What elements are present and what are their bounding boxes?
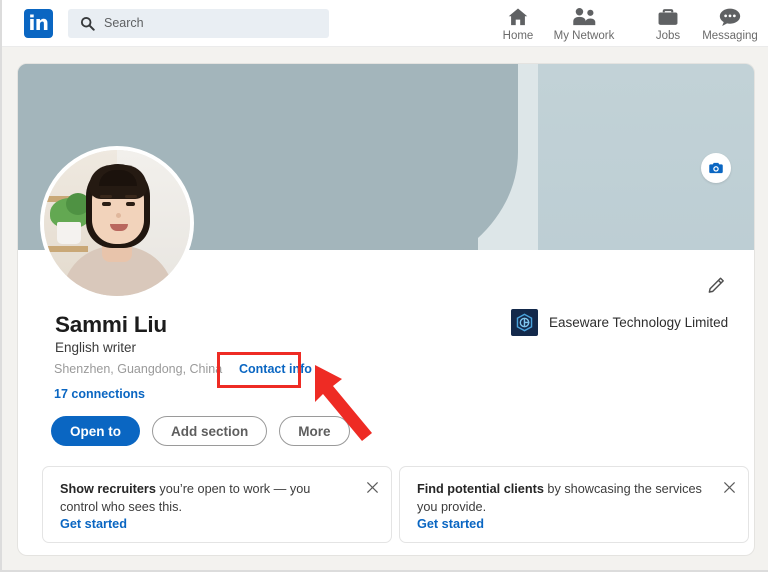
more-button[interactable]: More (279, 416, 350, 446)
close-icon[interactable] (720, 478, 738, 496)
photo-person-nose (116, 213, 121, 218)
avatar[interactable] (40, 146, 194, 300)
camera-icon (709, 162, 723, 174)
contact-info-link[interactable]: Contact info (239, 362, 312, 376)
nav-items-group: Home My Network Jobs Messaging (480, 2, 768, 47)
easeware-logo-icon (511, 309, 538, 336)
promo-card-open-to-work: Show recruiters you’re open to work — yo… (42, 466, 392, 543)
profile-action-buttons: Open to Add section More (51, 416, 350, 446)
get-started-link[interactable]: Get started (60, 517, 127, 531)
add-section-button[interactable]: Add section (152, 416, 268, 446)
photo-person-eyebrow-right (125, 195, 137, 198)
search-placeholder: Search (104, 16, 144, 30)
promo-text-bold: Show recruiters (60, 482, 156, 496)
linkedin-logo-text: in (28, 11, 49, 35)
connections-link[interactable]: 17 connections (54, 387, 145, 401)
edit-profile-button[interactable] (704, 271, 730, 297)
nav-label-messaging: Messaging (702, 30, 758, 42)
nav-item-my-network[interactable]: My Network (546, 2, 622, 47)
company-name: Easeware Technology Limited (549, 315, 729, 330)
photo-person-eye-right (126, 202, 135, 206)
promo-text: Show recruiters you’re open to work — yo… (60, 481, 350, 516)
close-icon[interactable] (363, 478, 381, 496)
current-company[interactable]: Easeware Technology Limited (511, 309, 728, 336)
get-started-link[interactable]: Get started (417, 517, 484, 531)
profile-location: Shenzhen, Guangdong, China (54, 362, 223, 376)
page-title: Sammi Liu (55, 312, 167, 337)
linkedin-logo-icon[interactable]: in (24, 9, 53, 38)
top-navigation-bar: in Search Home My Network Jobs Messaging (2, 0, 768, 47)
people-icon (546, 5, 622, 29)
nav-item-home[interactable]: Home (480, 2, 556, 47)
search-icon (80, 16, 95, 31)
profile-headline: English writer (55, 340, 137, 355)
profile-photo (44, 150, 190, 296)
promo-text: Find potential clients by showcasing the… (417, 481, 707, 516)
nav-item-messaging[interactable]: Messaging (692, 2, 768, 47)
photo-person-eyebrow-left (100, 195, 112, 198)
open-to-button[interactable]: Open to (51, 416, 140, 446)
promo-card-find-clients: Find potential clients by showcasing the… (399, 466, 749, 543)
linkedin-profile-page: in Search Home My Network Jobs Messaging… (0, 0, 768, 572)
message-bubble-icon (692, 5, 768, 29)
promo-text-bold: Find potential clients (417, 482, 544, 496)
photo-person-eye-left (102, 202, 111, 206)
nav-label-home: Home (502, 30, 534, 42)
photo-shelf-lower (44, 246, 88, 252)
search-input[interactable]: Search (68, 9, 329, 38)
home-icon (480, 5, 556, 29)
pencil-edit-icon (708, 277, 724, 293)
nav-label-my-network: My Network (553, 30, 615, 42)
profile-card: Sammi Liu English writer Shenzhen, Guang… (18, 64, 754, 555)
photo-plant-pot (57, 222, 81, 244)
edit-cover-photo-button[interactable] (701, 153, 731, 183)
